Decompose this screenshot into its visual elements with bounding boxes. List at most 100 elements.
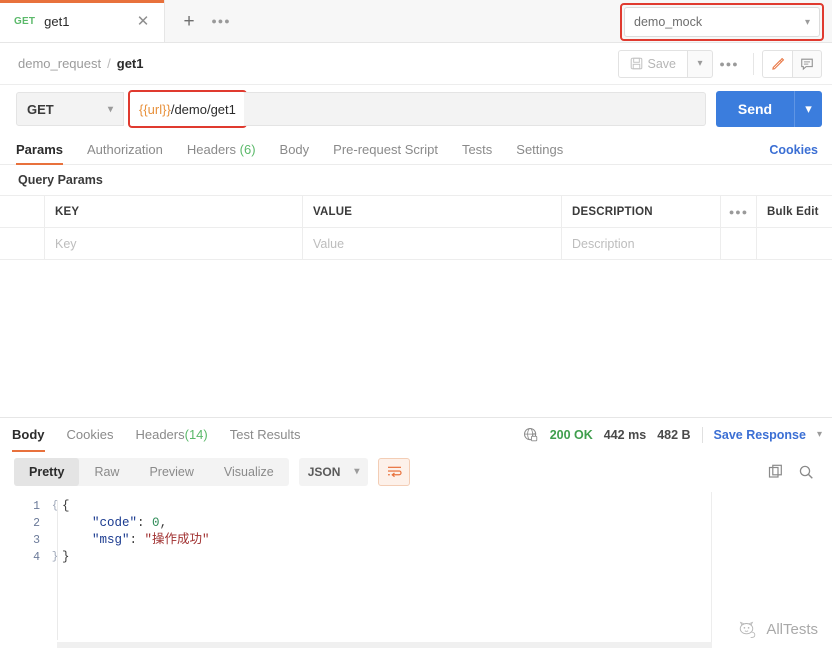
code-right-divider <box>711 491 712 648</box>
tab-pre-request-script-label: Pre-request Script <box>333 142 438 157</box>
url-path-token: /demo/get1 <box>170 101 236 117</box>
search-icon[interactable] <box>798 464 814 480</box>
fold-marker <box>48 515 62 532</box>
table-row: Key Value Description <box>0 228 832 260</box>
params-empty-area <box>0 260 832 417</box>
request-tab-get1[interactable]: GET get1 ✕ <box>0 0 165 42</box>
response-tab-headers-label: Headers <box>135 427 185 442</box>
line-number: 2 <box>33 516 40 530</box>
response-body-editor[interactable]: 1 2 3 4 { } { "code": 0, "msg": "操作成功"} <box>0 491 832 648</box>
more-horizontal-icon[interactable]: ●●● <box>721 196 757 227</box>
code-fold-gutter[interactable]: { } <box>48 492 62 648</box>
code-token: } <box>62 549 70 564</box>
param-description-placeholder: Description <box>572 236 635 251</box>
url-variable-token: {{url}} <box>139 101 171 117</box>
param-value-input[interactable]: Value <box>303 228 562 259</box>
tab-params[interactable]: Params <box>16 142 63 165</box>
environment-select[interactable]: demo_mock ▾ <box>624 7 820 37</box>
edit-request-button[interactable] <box>762 49 792 78</box>
param-description-input[interactable]: Description <box>562 228 721 259</box>
url-annotation-box: {{url}}/demo/get1 <box>128 90 247 128</box>
comment-icon <box>801 58 813 70</box>
request-config-tabs: Params Authorization Headers (6) Body Pr… <box>0 133 832 165</box>
url-input-filler[interactable] <box>243 92 706 126</box>
fold-marker: } <box>51 550 59 563</box>
view-mode-preview[interactable]: Preview <box>134 458 208 486</box>
response-tab-body[interactable]: Body <box>12 417 45 452</box>
breadcrumb-bar: demo_request / get1 Save ▾ ●●● <box>0 43 832 85</box>
line-number: 4 <box>33 550 40 564</box>
url-input[interactable]: {{url}}/demo/get1 <box>131 94 244 124</box>
send-button-group: Send ▾ <box>716 91 822 127</box>
tab-pre-request-script[interactable]: Pre-request Script <box>333 142 438 164</box>
breadcrumb-separator: / <box>107 56 111 71</box>
breadcrumb-collection[interactable]: demo_request <box>18 56 101 71</box>
environment-selected-label: demo_mock <box>634 15 703 29</box>
request-url-bar: GET ▾ {{url}}/demo/get1 Send ▾ <box>0 85 832 133</box>
plus-icon[interactable]: + <box>175 8 203 34</box>
status-divider <box>701 426 703 443</box>
code-token: : <box>129 532 145 547</box>
cookies-link[interactable]: Cookies <box>769 143 818 164</box>
horizontal-scrollbar[interactable] <box>57 642 712 648</box>
chevron-down-icon: ▾ <box>354 466 360 477</box>
tab-bar-actions: + ●●● <box>165 0 235 42</box>
breadcrumb-actions: Save ▾ ●●● <box>617 49 822 78</box>
code-line: } <box>62 549 832 566</box>
tab-method-label: GET <box>14 15 36 27</box>
view-mode-raw[interactable]: Raw <box>79 458 134 486</box>
watermark-text: AllTests <box>766 621 818 638</box>
param-key-input[interactable]: Key <box>45 228 303 259</box>
comment-button[interactable] <box>792 49 822 78</box>
copy-icon[interactable] <box>768 464 784 480</box>
save-options-caret[interactable]: ▾ <box>687 49 713 78</box>
tab-body[interactable]: Body <box>280 142 310 164</box>
code-indent-guide <box>57 499 58 640</box>
bulk-edit-button[interactable]: Bulk Edit <box>757 196 832 227</box>
response-tab-body-label: Body <box>12 427 45 442</box>
response-tab-cookies-label: Cookies <box>66 427 114 442</box>
response-view-mode-group: Pretty Raw Preview Visualize <box>14 457 289 486</box>
view-mode-visualize[interactable]: Visualize <box>209 458 289 486</box>
response-size: 482 B <box>657 427 691 442</box>
word-wrap-icon <box>387 466 402 478</box>
tab-headers-count: (6) <box>239 142 256 157</box>
close-icon[interactable]: ✕ <box>134 12 152 30</box>
response-format-select[interactable]: JSON ▾ <box>298 457 369 486</box>
line-number: 1 <box>33 499 40 513</box>
watermark: AllTests <box>739 621 818 638</box>
response-status-code: 200 OK <box>549 427 593 442</box>
tab-tests[interactable]: Tests <box>462 142 492 164</box>
tab-authorization-label: Authorization <box>86 142 163 157</box>
response-tab-headers[interactable]: Headers (14) <box>135 417 207 452</box>
save-response-button[interactable]: Save Response <box>714 428 806 442</box>
tab-settings[interactable]: Settings <box>516 142 563 164</box>
tab-authorization[interactable]: Authorization <box>87 142 163 164</box>
code-line: "code": 0, <box>62 515 832 532</box>
view-mode-pretty[interactable]: Pretty <box>14 457 80 486</box>
query-params-section-label: Query Params <box>18 173 103 187</box>
send-button[interactable]: Send <box>716 91 794 127</box>
param-key-placeholder: Key <box>55 236 77 251</box>
line-number: 3 <box>33 533 40 547</box>
response-view-toolbar: Pretty Raw Preview Visualize JSON ▾ <box>0 452 832 492</box>
row-checkbox[interactable] <box>0 228 45 259</box>
more-horizontal-icon[interactable]: ●●● <box>207 8 235 34</box>
code-line: { <box>62 498 832 515</box>
http-method-select[interactable]: GET ▾ <box>16 92 124 126</box>
code-token: : <box>137 515 153 530</box>
tab-headers[interactable]: Headers (6) <box>187 142 256 164</box>
response-tab-test-results[interactable]: Test Results <box>230 417 301 452</box>
word-wrap-button[interactable] <box>378 457 411 486</box>
save-disk-icon <box>630 57 642 70</box>
tab-settings-label: Settings <box>516 142 564 157</box>
response-tabs-bar: Body Cookies Headers (14) Test Results 2… <box>0 416 832 452</box>
response-format-label: JSON <box>307 464 341 479</box>
save-button[interactable]: Save <box>617 49 687 78</box>
more-horizontal-icon[interactable]: ●●● <box>713 50 745 78</box>
send-options-caret[interactable]: ▾ <box>794 91 822 127</box>
response-tab-cookies[interactable]: Cookies <box>67 417 114 452</box>
chevron-down-icon[interactable]: ▾ <box>817 429 822 440</box>
response-view-actions <box>768 464 822 480</box>
